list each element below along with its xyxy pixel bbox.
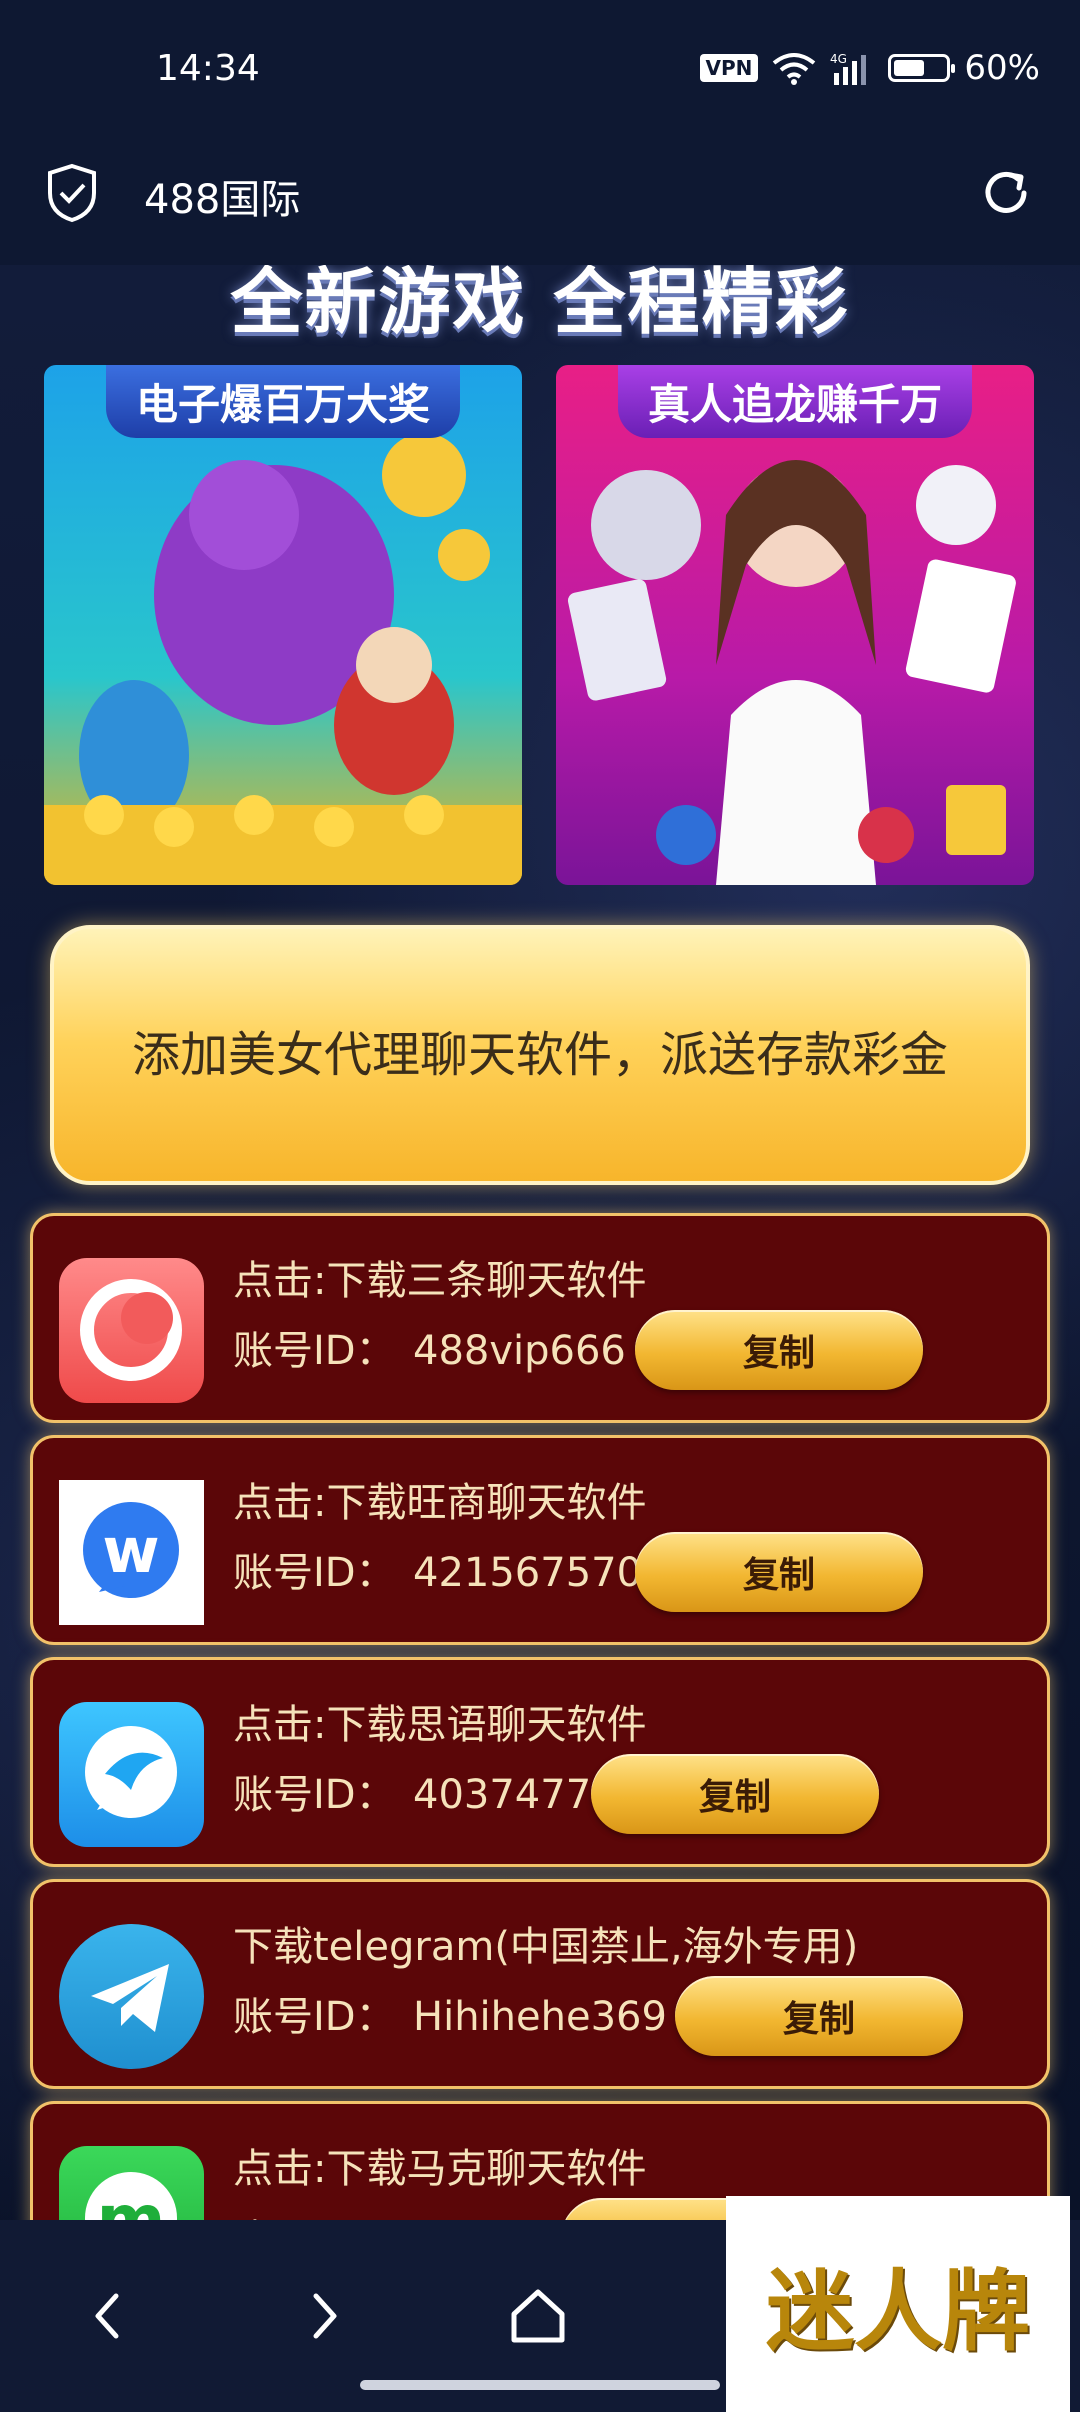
sancha-chat-icon (59, 1258, 204, 1403)
vpn-badge: VPN (699, 54, 759, 82)
forward-icon[interactable] (294, 2286, 354, 2346)
banner-headline: 全新游戏 全程精彩 (230, 265, 850, 344)
wangshang-chat-icon: w (59, 1480, 204, 1625)
account-row: 账号ID： 4037477 (233, 1762, 591, 1820)
status-icons: VPN 4G 60% (699, 48, 1040, 88)
slots-character-illustration (44, 433, 522, 885)
status-bar: 14:34 VPN 4G 60% (0, 0, 1080, 135)
account-id-value: 421567570 (413, 1550, 643, 1596)
account-row: 账号ID： 421567570 (233, 1540, 642, 1598)
watermark-logo: 迷人牌 (726, 2196, 1070, 2412)
app-card-sancha[interactable]: 点击:下载三条聊天软件 账号ID： 488vip666 复制 (30, 1213, 1050, 1423)
promo-live-casino[interactable]: 真人追龙赚千万 (556, 365, 1034, 885)
promo-slots-label: 电子爆百万大奖 (105, 365, 461, 438)
app-title: 点击:下载三条聊天软件 (233, 1258, 647, 1304)
live-dealer-illustration (567, 460, 1016, 885)
promo-live-casino-label: 真人追龙赚千万 (617, 365, 973, 438)
cellular-signal-icon: 4G (830, 52, 867, 85)
home-icon[interactable] (508, 2286, 568, 2346)
copy-button[interactable]: 复制 (635, 1310, 923, 1390)
copy-button[interactable]: 复制 (675, 1976, 963, 2056)
svg-text:4G: 4G (830, 52, 847, 66)
gesture-home-bar[interactable] (360, 2380, 720, 2390)
account-row: 账号ID： (233, 2206, 413, 2220)
web-content: 全新游戏 全程精彩 电子爆百万大奖 真人追龙赚千万 添加美女代理聊天软件，派送存… (0, 265, 1080, 2220)
app-title: 点击:下载旺商聊天软件 (233, 1480, 647, 1526)
account-row: 账号ID： Hihihehe369 (233, 1984, 667, 2042)
account-id-label: 账号ID： (233, 1550, 396, 1596)
account-id-label: 账号ID： (233, 1994, 396, 2040)
app-card-siyu[interactable]: 点击:下载思语聊天软件 账号ID： 4037477 复制 (30, 1657, 1050, 1867)
svg-text:w: w (102, 1514, 159, 1587)
app-title: 点击:下载马克聊天软件 (233, 2146, 647, 2192)
account-id-value: 4037477 (413, 1772, 592, 1818)
reload-icon[interactable] (976, 163, 1036, 223)
copy-button[interactable]: 复制 (591, 1754, 879, 1834)
shield-check-icon[interactable] (46, 163, 98, 223)
agent-chat-banner[interactable]: 添加美女代理聊天软件，派送存款彩金 (50, 925, 1030, 1185)
copy-button[interactable]: 复制 (635, 1532, 923, 1612)
siyu-chat-icon (59, 1702, 204, 1847)
page-title: 488国际 (144, 177, 301, 223)
battery-fill (894, 60, 925, 76)
app-title: 下载telegram(中国禁止,海外专用) (233, 1924, 859, 1970)
telegram-icon (59, 1924, 204, 2069)
account-id-value: 488vip666 (413, 1328, 626, 1374)
account-row: 账号ID： 488vip666 (233, 1318, 626, 1376)
promo-slots[interactable]: 电子爆百万大奖 (44, 365, 522, 885)
app-card-telegram[interactable]: 下载telegram(中国禁止,海外专用) 账号ID： Hihihehe369 复… (30, 1879, 1050, 2089)
make-chat-icon: m (59, 2146, 204, 2220)
app-card-wangshang[interactable]: w 点击:下载旺商聊天软件 账号ID： 421567570 复制 (30, 1435, 1050, 1645)
app-title: 点击:下载思语聊天软件 (233, 1702, 647, 1748)
account-id-label: 账号ID： (233, 2206, 413, 2220)
account-id-value: Hihihehe369 (413, 1994, 667, 2040)
wifi-icon (773, 53, 816, 85)
account-id-label: 账号ID： (233, 1772, 396, 1818)
account-id-label: 账号ID： (233, 1328, 396, 1374)
back-icon[interactable] (78, 2286, 138, 2346)
battery-icon (888, 54, 956, 82)
clock: 14:34 (156, 48, 260, 89)
battery-percent: 60% (964, 48, 1040, 88)
svg-text:m: m (97, 2181, 166, 2220)
browser-toolbar: 488国际 (0, 135, 1080, 265)
